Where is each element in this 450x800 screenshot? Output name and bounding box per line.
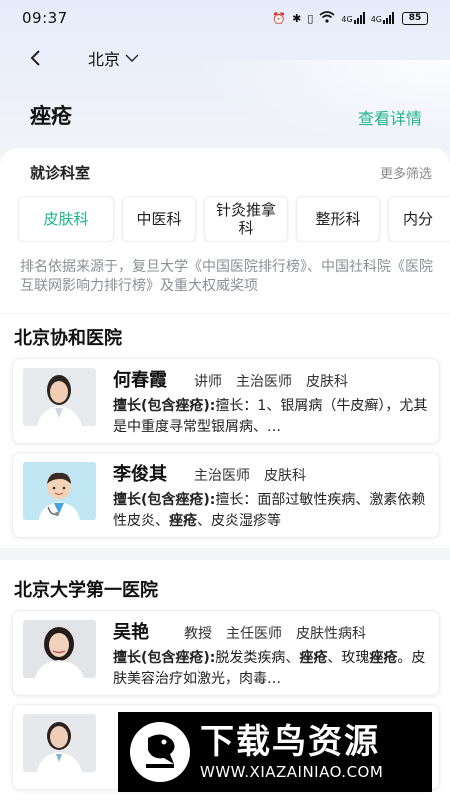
specialty-label: 擅长(包含痤疮):: [113, 650, 216, 666]
doctor-department: 皮肤科: [306, 374, 348, 390]
chip-dermatology[interactable]: 皮肤科: [18, 196, 114, 242]
doctor-title: 主治医师: [194, 468, 250, 484]
status-icons: ⏰ ✱ ▯ 4G 4G 85: [272, 10, 428, 26]
doctor-specialty: 擅长(包含痤疮):脱发类疾病、痤疮、玫瑰痤疮。皮肤美容治疗如激光，肉毒…: [113, 648, 431, 690]
bird-logo-icon: [130, 722, 190, 782]
chip-endocrine[interactable]: 内分: [388, 196, 450, 242]
specialty-text: 、玫瑰: [327, 650, 370, 666]
specialty-keyword: 痤疮: [369, 650, 398, 666]
chip-tcm[interactable]: 中医科: [122, 196, 196, 242]
watermark-text: 下载鸟资源 WWW.XIAZAINIAO.COM: [200, 723, 383, 781]
watermark-url: WWW.XIAZAINIAO.COM: [200, 763, 384, 781]
status-time: 09:37: [22, 9, 68, 27]
doctor-title: 主任医师: [226, 626, 282, 642]
doctor-titles: 教授 主任医师 皮肤性病科: [184, 623, 380, 643]
doctor-avatar: [23, 714, 96, 772]
doctor-title: 主治医师: [236, 374, 292, 390]
page-title: 痤疮: [30, 104, 72, 128]
chevron-down-icon: [125, 54, 139, 62]
department-title: 就诊科室: [30, 164, 91, 182]
battery-icon: 85: [402, 11, 428, 25]
specialty-label: 擅长(包含痤疮):: [113, 492, 216, 508]
specialty-text: 脱发类疾病、: [215, 650, 300, 666]
doctor-card[interactable]: 何春霞 讲师 主治医师 皮肤科 擅长(包含痤疮):擅长：1、银屑病（牛皮癣），尤其是…: [12, 358, 440, 444]
doctor-avatar: [23, 462, 96, 520]
watermark-title: 下载鸟资源: [200, 722, 380, 762]
doctor-title: 讲师: [194, 374, 222, 390]
doctor-titles: 主治医师 皮肤科: [194, 465, 320, 485]
back-arrow-icon: [30, 50, 40, 66]
specialty-label: 擅长(包含痤疮):: [113, 398, 216, 414]
more-filter-button[interactable]: 更多筛选: [380, 163, 432, 182]
doctor-card[interactable]: 吴艳 教授 主任医师 皮肤性病科 擅长(包含痤疮):脱发类疾病、痤疮、玫瑰痤疮。皮肤…: [12, 610, 440, 696]
status-bar: 09:37 ⏰ ✱ ▯ 4G 4G 85: [0, 0, 450, 36]
department-chips: 皮肤科 中医科 针灸推拿科 整形科 内分: [18, 196, 450, 242]
specialty-keyword: 痤疮: [299, 650, 328, 666]
doctor-name: 何春霞: [113, 370, 167, 391]
ranking-note: 排名依据来源于，复旦大学《中国医院排行榜》、中国社科院《医院互联网影响力排行榜》…: [20, 259, 433, 294]
specialty-text: 、皮炎湿疹等: [197, 513, 281, 529]
alarm-icon: ⏰: [272, 11, 287, 25]
nav-bar: 北京: [0, 36, 450, 80]
doctor-titles: 讲师 主治医师 皮肤科: [194, 371, 362, 391]
doctor-department: 皮肤科: [264, 468, 306, 484]
hospital-name: 北京大学第一医院: [14, 580, 158, 601]
city-label: 北京: [88, 50, 121, 69]
vibrate-icon: ▯: [307, 11, 314, 25]
doctor-avatar: [23, 620, 96, 678]
bluetooth-icon: ✱: [292, 11, 302, 25]
doctor-avatar: [23, 368, 96, 426]
doctor-specialty: 擅长(包含痤疮):擅长：面部过敏性疾病、激素依赖性皮炎、痤疮、皮炎湿疹等: [113, 490, 431, 532]
signal-icon-1: 4G: [341, 12, 365, 24]
doctor-card[interactable]: 李俊其 主治医师 皮肤科 擅长(包含痤疮):擅长：面部过敏性疾病、激素依赖性皮炎、…: [12, 452, 440, 538]
doctor-name: 吴艳: [113, 622, 149, 643]
city-selector[interactable]: 北京: [88, 46, 140, 70]
chip-plastic[interactable]: 整形科: [296, 196, 380, 242]
specialty-keyword: 痤疮: [169, 513, 197, 529]
doctor-title: 教授: [184, 626, 212, 642]
hospital-section: 北京协和医院 何春霞 讲师 主治医师 皮肤科 擅长(包含痤疮):擅长：1、银屑病（牛…: [0, 314, 450, 548]
view-details-link[interactable]: 查看详情: [358, 105, 422, 129]
wifi-icon: [319, 10, 335, 26]
chip-acupuncture[interactable]: 针灸推拿科: [204, 196, 288, 242]
signal-icon-2: 4G: [371, 12, 394, 24]
back-button[interactable]: [28, 48, 48, 68]
hospital-name: 北京协和医院: [14, 328, 122, 349]
doctor-specialty: 擅长(包含痤疮):擅长：1、银屑病（牛皮癣），尤其是中重度寻常型银屑病、…: [113, 396, 431, 438]
doctor-name: 李俊其: [113, 464, 167, 485]
doctor-department: 皮肤性病科: [296, 626, 366, 642]
watermark-banner: 下载鸟资源 WWW.XIAZAINIAO.COM: [118, 712, 432, 792]
